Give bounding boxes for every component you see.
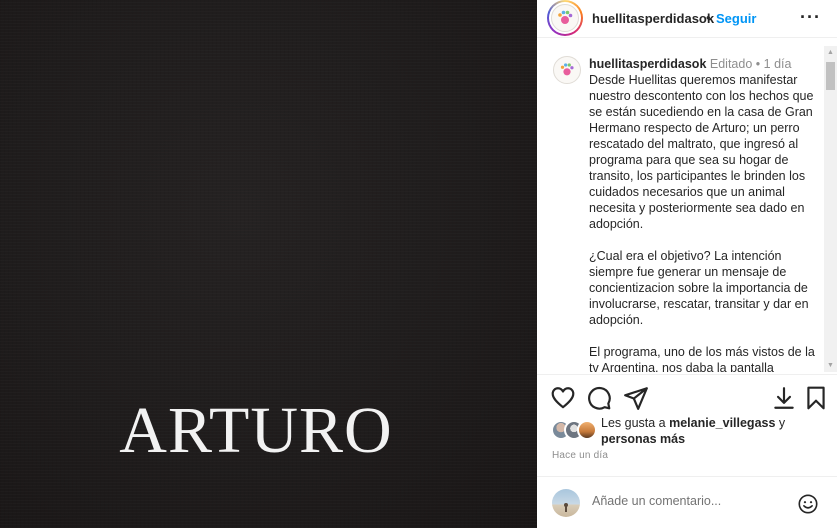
user-photo-icon [564,503,568,512]
comment-input[interactable] [592,494,782,508]
heart-icon[interactable] [550,385,576,411]
comments-area[interactable]: huellitasperdidasok Editado • 1 día Desd… [537,46,837,372]
caption-time: 1 día [763,57,792,71]
account-avatar[interactable] [547,0,583,36]
caption-avatar[interactable] [553,56,581,84]
others-likes-link[interactable]: personas más [601,432,685,446]
post-side-panel: huellitasperdidasok • Seguir ··· huellit… [537,0,837,528]
bookmark-icon[interactable] [803,385,829,411]
post-timestamp[interactable]: Hace un día [552,450,608,461]
caption-separator: • [755,57,761,71]
liker-username-link[interactable]: melanie_villegass [669,416,775,430]
likes-conjunction: y [775,416,786,430]
emoji-icon[interactable] [797,493,819,515]
likes-summary: Les gusta a melanie_villegass y personas… [551,414,831,450]
caption-paragraph: Desde Huellitas queremos manifestar nues… [589,73,814,231]
post-caption: huellitasperdidasok Editado • 1 día Desd… [589,56,821,372]
share-icon[interactable] [623,385,649,411]
comments-scrollbar[interactable]: ▲ ▼ [824,46,837,372]
caption-username-link[interactable]: huellitasperdidasok [589,57,706,71]
add-comment-bar [537,476,837,528]
paw-logo-icon [551,4,579,32]
header-username-link[interactable]: huellitasperdidasok [592,11,714,26]
follow-button[interactable]: Seguir [716,11,756,26]
paw-logo-icon [560,63,574,76]
liker-avatars[interactable] [551,420,603,442]
action-bar [537,374,837,414]
post-header: huellitasperdidasok • Seguir ··· [537,0,837,38]
download-icon[interactable] [771,385,797,411]
scrollbar-thumb[interactable] [826,62,835,90]
scroll-down-arrow-icon[interactable]: ▼ [824,359,837,372]
caption-paragraph: El programa, uno de los más vistos de la… [589,345,815,372]
likes-text: Les gusta a melanie_villegass y personas… [601,415,831,447]
avatar[interactable] [552,489,580,517]
scroll-up-arrow-icon[interactable]: ▲ [824,46,837,59]
post-media[interactable]: ARTURO [0,0,537,528]
edited-label: Editado [709,57,753,71]
header-separator: • [706,10,711,25]
likes-prefix: Les gusta a [601,416,670,430]
comment-icon[interactable] [586,385,612,411]
caption-paragraph: ¿Cual era el objetivo? La intención siem… [589,249,809,327]
avatar[interactable] [577,420,597,440]
more-options-button[interactable]: ··· [800,7,821,28]
media-title-text: ARTURO [119,394,393,467]
